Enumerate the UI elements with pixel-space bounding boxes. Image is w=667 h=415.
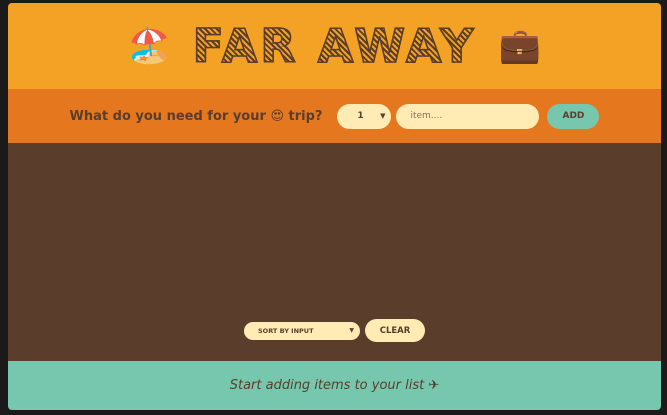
form-question-text: What do you need for your [69, 108, 266, 124]
app-header: 🏖️ FAR AWAY 💼 [8, 3, 661, 89]
sort-select[interactable]: SORT BY INPUT ▼ [244, 321, 360, 340]
sort-value: SORT BY INPUT [258, 326, 314, 335]
clear-button[interactable]: CLEAR [365, 319, 425, 342]
form-question: What do you need for your 😍 trip? [70, 109, 323, 124]
heart-eyes-icon: 😍 [270, 108, 284, 124]
beach-umbrella-icon: 🏖️ [128, 27, 171, 65]
packing-list: SORT BY INPUT ▼ CLEAR [8, 143, 661, 360]
form-question-suffix: trip? [288, 108, 323, 124]
chevron-down-icon: ▼ [349, 326, 354, 334]
item-input[interactable] [396, 103, 540, 129]
quantity-select[interactable]: 1 ▼ [337, 103, 392, 129]
stats-text: Start adding items to your list ✈ [229, 378, 440, 393]
briefcase-icon: 💼 [498, 27, 541, 65]
stats-footer: Start adding items to your list ✈ [8, 361, 661, 410]
list-actions: SORT BY INPUT ▼ CLEAR [8, 319, 661, 342]
app-title: FAR AWAY [192, 19, 477, 73]
quantity-value: 1 [357, 111, 364, 121]
add-button[interactable]: ADD [547, 103, 600, 129]
app-window: 🏖️ FAR AWAY 💼 What do you need for your … [8, 3, 661, 410]
add-item-form: What do you need for your 😍 trip? 1 ▼ AD… [8, 89, 661, 143]
chevron-down-icon: ▼ [380, 111, 386, 120]
